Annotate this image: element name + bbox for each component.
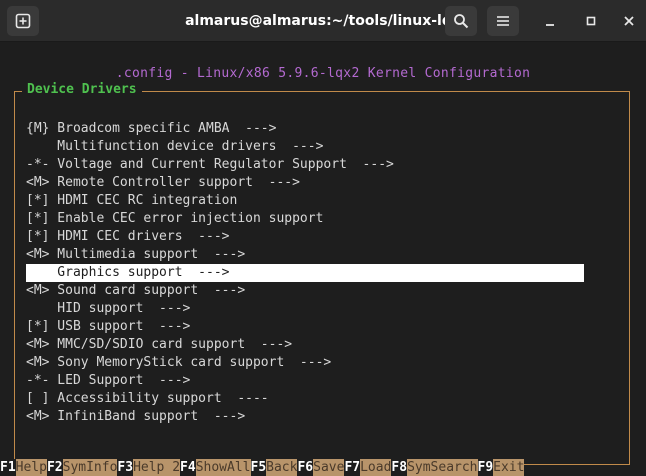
menu-item[interactable]: Multifunction device drivers --->	[26, 138, 584, 156]
fkey-label: Exit	[493, 459, 525, 476]
menu-item[interactable]: <M> InfiniBand support --->	[26, 408, 584, 426]
new-tab-button[interactable]	[7, 6, 39, 36]
menu-list: {M} Broadcom specific AMBA ---> Multifun…	[26, 120, 584, 426]
menu-item-selected[interactable]: Graphics support --->	[26, 264, 584, 282]
fkey-number: F4	[180, 459, 196, 476]
menu-item[interactable]: <M> Multimedia support --->	[26, 246, 584, 264]
menu-item[interactable]: -*- Voltage and Current Regulator Suppor…	[26, 156, 584, 174]
menu-item[interactable]: <M> Sony MemoryStick card support --->	[26, 354, 584, 372]
fkey-f8[interactable]: F8 SymSearch	[391, 459, 478, 476]
fkey-number: F5	[250, 459, 267, 476]
menu-item[interactable]: <M> MMC/SD/SDIO card support --->	[26, 336, 584, 354]
new-tab-icon	[15, 13, 31, 29]
menu-item[interactable]: [*] Enable CEC error injection support	[26, 210, 584, 228]
fkey-number: F2	[46, 459, 63, 476]
fkey-label: Back	[266, 459, 298, 476]
menu-item[interactable]: -*- LED Support --->	[26, 372, 584, 390]
fkey-label: Help 2	[133, 459, 181, 476]
fkey-f3[interactable]: F3 Help 2	[117, 459, 181, 476]
terminal-area[interactable]: .config - Linux/x86 5.9.6-lqx2 Kernel Co…	[0, 42, 646, 476]
menu-item[interactable]: [ ] Accessibility support ----	[26, 390, 584, 408]
minimize-button[interactable]	[534, 6, 566, 36]
close-button[interactable]	[613, 6, 645, 36]
function-key-bar: F1 Help F2 SymInfo F3 Help 2 F4 ShowAll F5 Back F6…	[0, 459, 646, 476]
menu-item[interactable]: [*] USB support --->	[26, 318, 584, 336]
fkey-f5[interactable]: F5 Back	[250, 459, 298, 476]
fkey-label: Help	[15, 459, 47, 476]
menu-item[interactable]: HID support --->	[26, 300, 584, 318]
fkey-f7[interactable]: F7 Load	[344, 459, 392, 476]
fkey-f1[interactable]: F1 Help	[0, 459, 47, 476]
fkey-number: F8	[391, 459, 408, 476]
fkey-number: F9	[477, 459, 494, 476]
minimize-icon	[546, 24, 554, 26]
maximize-icon	[586, 16, 596, 26]
fkey-f4[interactable]: F4 ShowAll	[180, 459, 251, 476]
fkey-number: F1	[0, 459, 16, 476]
window-titlebar: almarus@almarus:~/tools/linux-lqx	[0, 0, 646, 42]
menu-item[interactable]: <M> Sound card support --->	[26, 282, 584, 300]
fkey-number: F6	[297, 459, 314, 476]
menu-button[interactable]	[487, 6, 519, 36]
menu-item[interactable]: [*] HDMI CEC RC integration	[26, 192, 584, 210]
fkey-label: Save	[313, 459, 345, 476]
fkey-number: F7	[344, 459, 361, 476]
menu-item[interactable]: {M} Broadcom specific AMBA --->	[26, 120, 584, 138]
fkey-number: F3	[117, 459, 134, 476]
menu-item[interactable]: [*] HDMI CEC drivers --->	[26, 228, 584, 246]
close-icon	[624, 16, 634, 26]
fkey-label: ShowAll	[195, 459, 251, 476]
fkey-label: SymInfo	[62, 459, 118, 476]
fkey-f6[interactable]: F6 Save	[297, 459, 345, 476]
menu-item[interactable]: <M> Remote Controller support --->	[26, 174, 584, 192]
fkey-f9[interactable]: F9 Exit	[477, 459, 525, 476]
config-title: .config - Linux/x86 5.9.6-lqx2 Kernel Co…	[115, 66, 531, 81]
search-icon	[454, 14, 469, 29]
fkey-f2[interactable]: F2 SymInfo	[46, 459, 118, 476]
fkey-label: SymSearch	[407, 459, 478, 476]
hamburger-menu-icon	[497, 16, 509, 26]
section-title: Device Drivers	[22, 82, 142, 97]
search-button[interactable]	[445, 6, 477, 36]
maximize-button[interactable]	[575, 6, 607, 36]
fkey-label: Load	[360, 459, 392, 476]
